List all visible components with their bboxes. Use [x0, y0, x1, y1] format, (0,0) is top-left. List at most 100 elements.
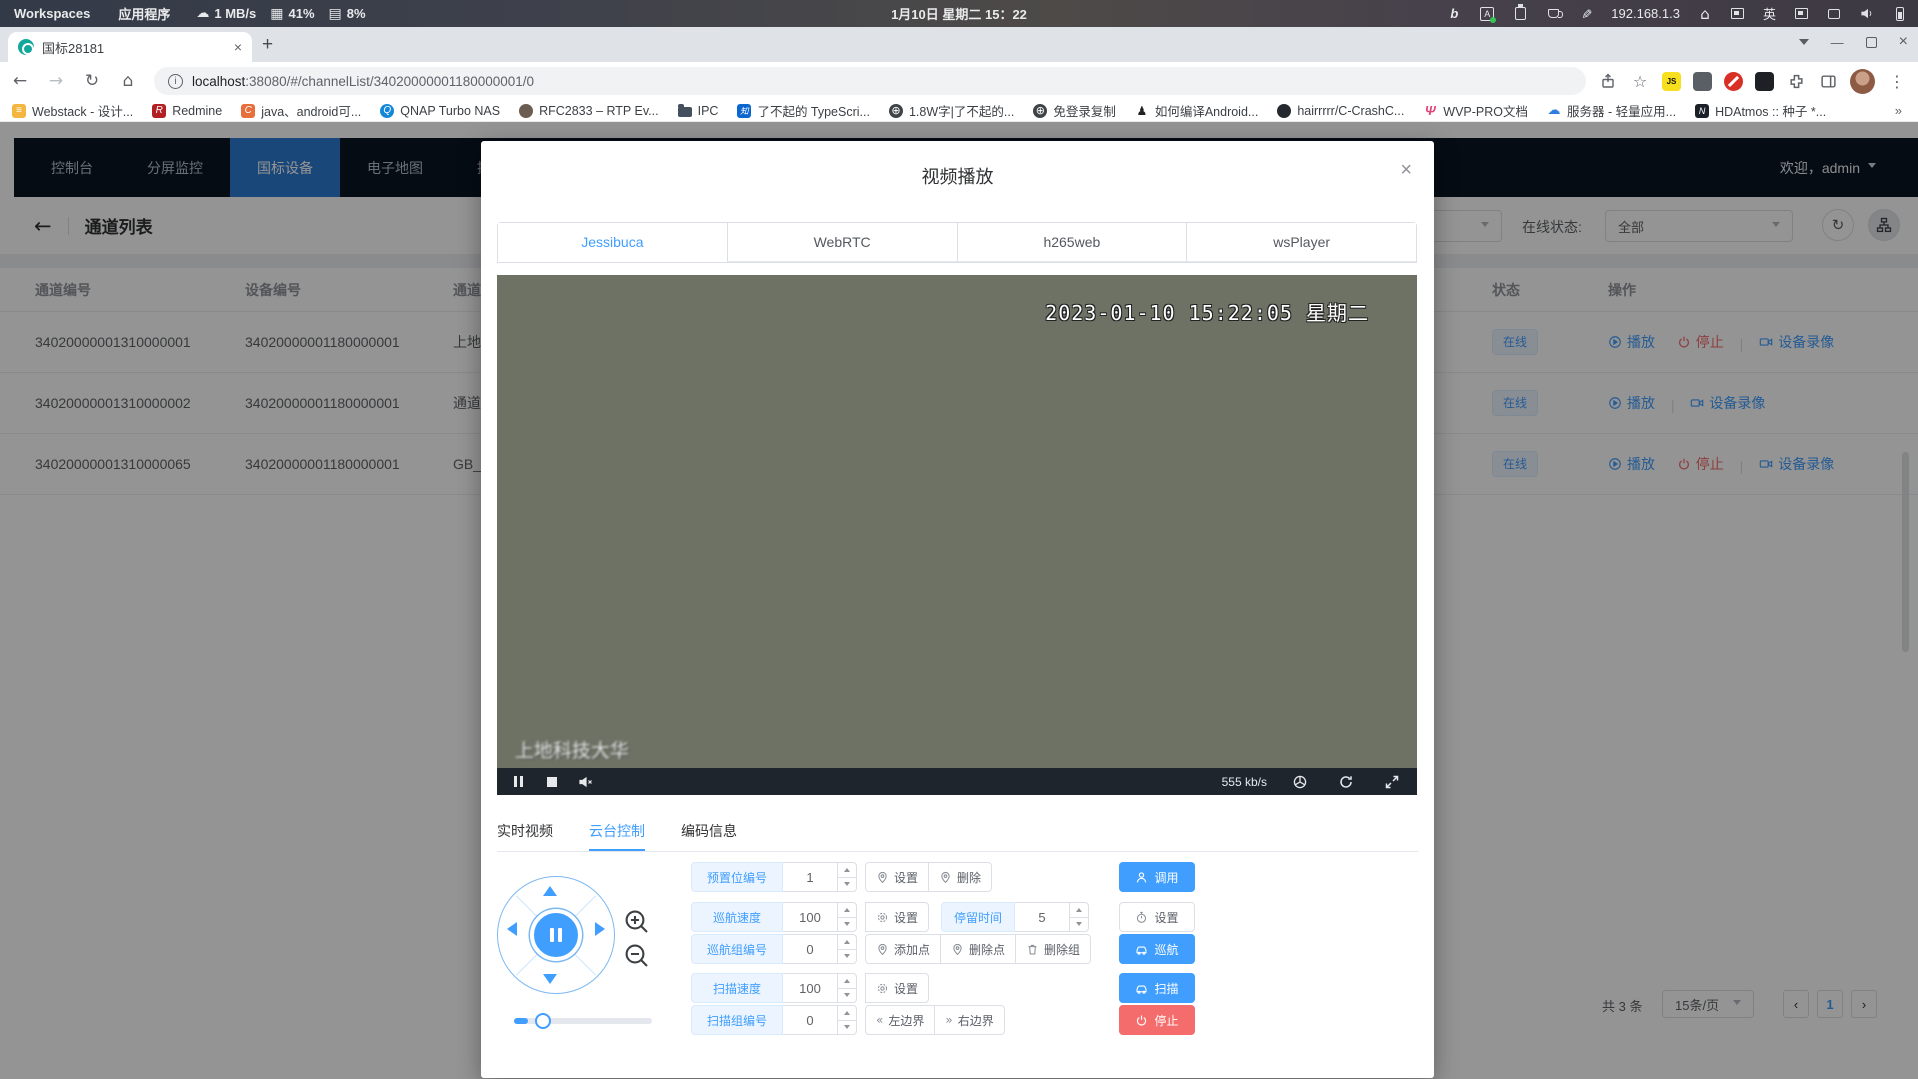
- bookmarks-overflow-icon[interactable]: »: [1895, 103, 1918, 118]
- tab-close-icon[interactable]: ×: [234, 39, 242, 55]
- window-list-tray-icon[interactable]: [1730, 6, 1746, 22]
- screen-tray-icon[interactable]: [1826, 6, 1842, 22]
- browser-menu-icon[interactable]: ⋮: [1887, 71, 1907, 91]
- bookmark-rfc[interactable]: RFC2833 – RTP Ev...: [519, 104, 659, 118]
- zoom-in-button[interactable]: [623, 908, 650, 935]
- share-icon[interactable]: [1598, 71, 1618, 91]
- preset-number-input[interactable]: [783, 863, 837, 891]
- tab-h265web[interactable]: h265web: [957, 223, 1187, 262]
- color-picker-tray-icon[interactable]: ✎: [1578, 6, 1594, 22]
- stepper-down-button[interactable]: [1070, 918, 1088, 932]
- extensions-puzzle-icon[interactable]: [1786, 71, 1806, 91]
- bookmark-java[interactable]: Cjava、android可...: [241, 101, 361, 120]
- zoom-out-button[interactable]: [623, 942, 650, 969]
- extension-black-icon[interactable]: [1755, 72, 1774, 91]
- bookmark-ipc-folder[interactable]: IPC: [678, 104, 719, 118]
- caffeine-tray-icon[interactable]: [1545, 6, 1561, 22]
- extension-blocker-icon[interactable]: [1724, 72, 1743, 91]
- reload-stream-button[interactable]: [1333, 768, 1359, 795]
- cruise-speed-set-button[interactable]: 设置: [865, 902, 929, 932]
- input-method-indicator[interactable]: 英: [1763, 4, 1776, 23]
- bookmark-github[interactable]: hairrrrr/C-CrashC...: [1277, 104, 1404, 118]
- preset-delete-button[interactable]: 删除: [929, 862, 992, 892]
- ptz-down-button[interactable]: [543, 974, 557, 984]
- cruise-speed-input[interactable]: [783, 903, 837, 931]
- scan-speed-input[interactable]: [783, 974, 837, 1002]
- browser-tab[interactable]: 国标28181 ×: [8, 32, 252, 62]
- tab-live-video[interactable]: 实时视频: [497, 813, 553, 851]
- tab-jessibuca[interactable]: Jessibuca: [498, 223, 727, 262]
- stepper-up-button[interactable]: [838, 903, 856, 918]
- window-close-button[interactable]: ×: [1899, 33, 1908, 51]
- reload-button[interactable]: ↻: [76, 65, 108, 97]
- home-button[interactable]: ⌂: [112, 65, 144, 97]
- site-info-icon[interactable]: i: [168, 74, 183, 89]
- bookmark-webstack[interactable]: ≡Webstack - 设计...: [12, 101, 133, 120]
- url-bar[interactable]: i localhost:38080/#/channelList/34020000…: [154, 67, 1586, 95]
- stepper-down-button[interactable]: [838, 989, 856, 1003]
- pause-button[interactable]: [505, 768, 531, 795]
- bing-tray-icon[interactable]: b: [1446, 6, 1462, 22]
- stepper-up-button[interactable]: [1070, 903, 1088, 918]
- stepper-down-button[interactable]: [838, 1021, 856, 1035]
- ptz-up-button[interactable]: [543, 886, 557, 896]
- stepper-up-button[interactable]: [838, 1006, 856, 1021]
- stepper-down-button[interactable]: [838, 950, 856, 964]
- translate-tray-icon[interactable]: A: [1479, 6, 1495, 22]
- bookmark-android[interactable]: ♟如何编译Android...: [1135, 101, 1259, 120]
- bookmark-redmine[interactable]: RRedmine: [152, 104, 222, 118]
- tab-webrtc[interactable]: WebRTC: [727, 223, 957, 262]
- bookmark-server[interactable]: ☁服务器 - 轻量应用...: [1547, 101, 1676, 120]
- side-panel-icon[interactable]: [1818, 71, 1838, 91]
- stop-button[interactable]: [539, 768, 565, 795]
- ptz-right-button[interactable]: [595, 922, 605, 936]
- ip-address[interactable]: 192.168.1.3: [1611, 6, 1680, 21]
- profile-avatar[interactable]: [1850, 69, 1875, 94]
- delete-group-button[interactable]: 删除组: [1016, 934, 1091, 964]
- extension-dark-icon[interactable]: [1693, 72, 1712, 91]
- scan-speed-set-button[interactable]: 设置: [865, 973, 929, 1003]
- window-minimize-button[interactable]: —: [1831, 35, 1844, 50]
- back-button[interactable]: ←: [4, 65, 36, 97]
- tab-ptz-control[interactable]: 云台控制: [589, 813, 645, 851]
- clipboard-tray-icon[interactable]: [1512, 6, 1528, 22]
- volume-tray-icon[interactable]: [1859, 6, 1875, 22]
- fullscreen-button[interactable]: [1379, 768, 1405, 795]
- window-maximize-button[interactable]: [1866, 37, 1877, 48]
- snapshot-button[interactable]: [1287, 768, 1313, 795]
- preset-call-button[interactable]: 调用: [1119, 862, 1195, 892]
- scan-start-button[interactable]: 扫描: [1119, 973, 1195, 1003]
- delete-point-button[interactable]: 删除点: [941, 934, 1016, 964]
- stepper-down-button[interactable]: [838, 878, 856, 892]
- stepper-up-button[interactable]: [838, 974, 856, 989]
- forward-button[interactable]: →: [40, 65, 72, 97]
- cruise-group-input[interactable]: [783, 935, 837, 963]
- right-boundary-button[interactable]: »右边界: [935, 1005, 1004, 1035]
- extension-json-icon[interactable]: JS: [1662, 72, 1681, 91]
- stay-time-input[interactable]: [1015, 903, 1069, 931]
- screenshot-tray-icon[interactable]: [1793, 6, 1809, 22]
- add-point-button[interactable]: 添加点: [865, 934, 941, 964]
- new-tab-button[interactable]: +: [262, 35, 273, 54]
- tab-wsplayer[interactable]: wsPlayer: [1186, 223, 1416, 262]
- ptz-left-button[interactable]: [507, 922, 517, 936]
- bookmark-hdatmos[interactable]: NHDAtmos :: 种子 *...: [1695, 101, 1826, 120]
- bookmark-zhihu[interactable]: 知了不起的 TypeScri...: [737, 101, 870, 120]
- bookmark-wvp-doc[interactable]: ΨWVP-PRO文档: [1423, 101, 1528, 120]
- mute-button[interactable]: [573, 768, 599, 795]
- stepper-down-button[interactable]: [838, 918, 856, 932]
- bookmark-18w[interactable]: ⊕1.8W字|了不起的...: [889, 101, 1014, 120]
- slider-handle[interactable]: [535, 1013, 551, 1029]
- tab-search-icon[interactable]: [1799, 39, 1809, 50]
- bookmark-qnap[interactable]: QQNAP Turbo NAS: [380, 104, 500, 118]
- ptz-stop-center-button[interactable]: [530, 909, 582, 961]
- bookmark-star-icon[interactable]: ☆: [1630, 71, 1650, 91]
- modal-close-icon[interactable]: ×: [1400, 159, 1412, 182]
- preset-set-button[interactable]: 设置: [865, 862, 929, 892]
- ptz-stop-button[interactable]: 停止: [1119, 1005, 1195, 1035]
- stepper-up-button[interactable]: [838, 935, 856, 950]
- stay-time-set-button[interactable]: 设置: [1119, 902, 1195, 932]
- tab-codec-info[interactable]: 编码信息: [681, 813, 737, 851]
- video-player[interactable]: 2023-01-10 15:22:05 星期二 上地科技大华 555 kb/s: [497, 275, 1417, 795]
- left-boundary-button[interactable]: «左边界: [865, 1005, 935, 1035]
